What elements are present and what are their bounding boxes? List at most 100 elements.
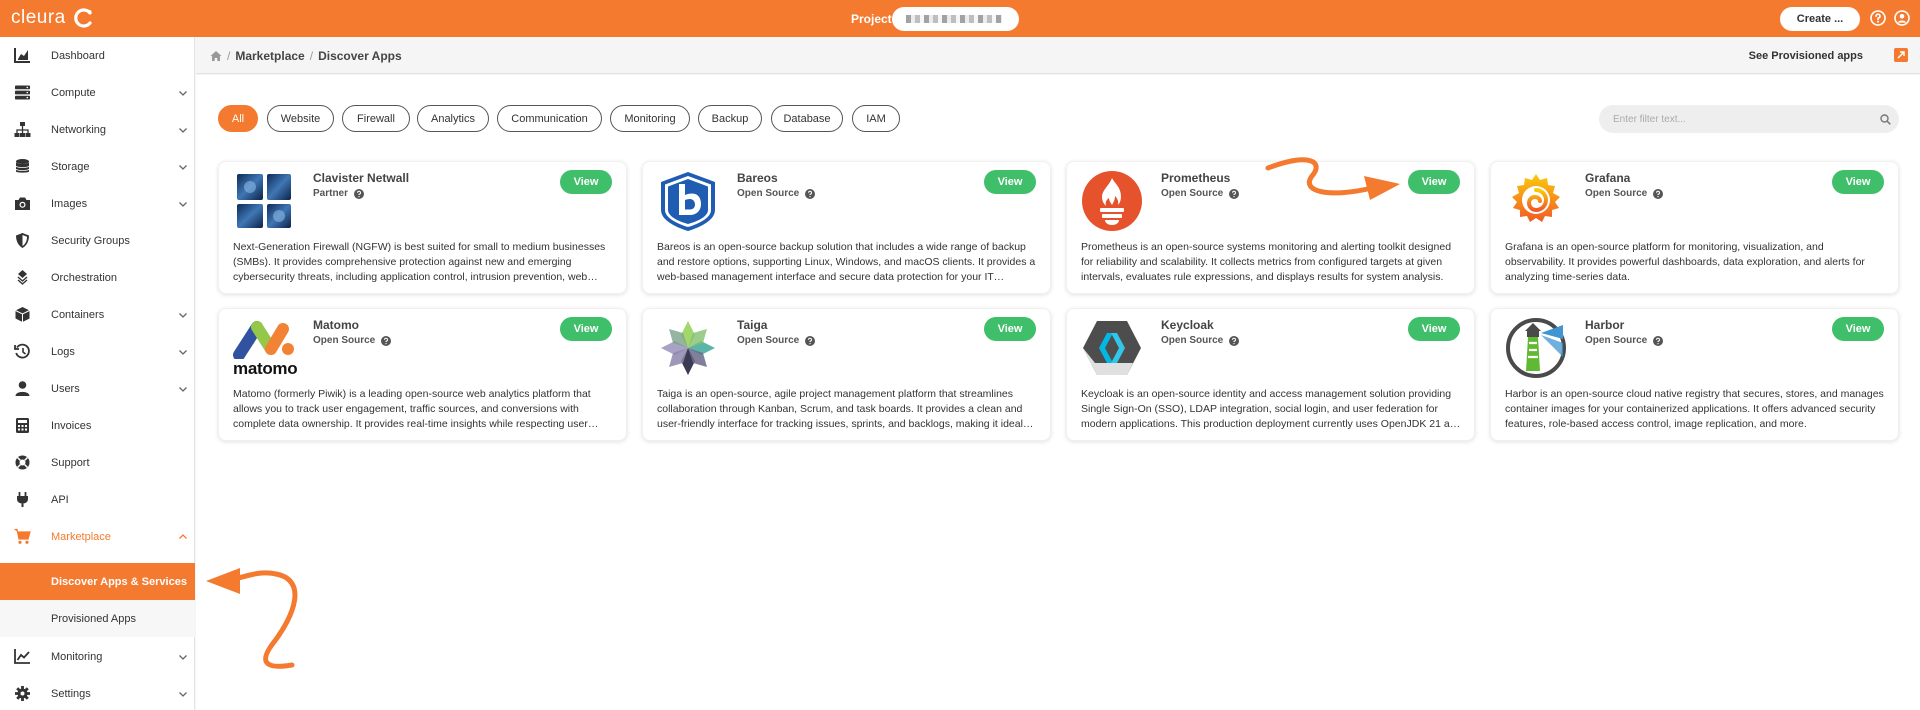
app-type: Open Source: [737, 335, 816, 346]
filter-chip-iam[interactable]: IAM: [852, 105, 900, 132]
sidebar-item-label: Orchestration: [51, 271, 118, 284]
view-button[interactable]: View: [1408, 317, 1460, 341]
app-type: Open Source: [1161, 188, 1240, 199]
home-icon[interactable]: [210, 50, 222, 62]
help-icon[interactable]: [1870, 10, 1886, 26]
app-description: Prometheus is an open-source systems mon…: [1081, 241, 1452, 283]
app-type-label: Open Source: [1161, 335, 1224, 346]
project-select[interactable]: [892, 7, 1019, 31]
cleura-logo-icon: [73, 8, 92, 28]
sidebar-item-invoices[interactable]: Invoices: [0, 407, 195, 444]
app-type-label: Open Source: [1585, 335, 1648, 346]
breadcrumb-bar: / Marketplace / Discover Apps See Provis…: [196, 37, 1920, 74]
sidebar-item-containers[interactable]: Containers: [0, 296, 195, 333]
view-button[interactable]: View: [984, 317, 1036, 341]
sidebar-item-storage[interactable]: Storage: [0, 148, 195, 185]
database-icon: [15, 159, 30, 173]
breadcrumb-marketplace[interactable]: Marketplace: [235, 49, 304, 63]
view-button[interactable]: View: [560, 170, 612, 194]
sidebar-item-networking[interactable]: Networking: [0, 111, 195, 148]
view-button[interactable]: View: [560, 317, 612, 341]
external-link-icon[interactable]: [1894, 48, 1908, 62]
filter-chip-monitoring[interactable]: Monitoring: [610, 105, 690, 132]
cart-icon: [14, 528, 31, 544]
top-bar: cleura Project Create ...: [0, 0, 1920, 37]
sidebar-item-label: Images: [51, 197, 88, 210]
filter-chip-all[interactable]: All: [218, 105, 258, 132]
sidebar-item-monitoring[interactable]: Monitoring: [0, 638, 195, 675]
sidebar-item-compute[interactable]: Compute: [0, 74, 195, 111]
layers-icon: [17, 270, 28, 285]
breadcrumb-separator: /: [227, 49, 231, 63]
create-button[interactable]: Create ...: [1780, 7, 1860, 31]
question-circle-icon[interactable]: [1229, 335, 1240, 346]
filter-chip-analytics[interactable]: Analytics: [417, 105, 489, 132]
cleura-logo[interactable]: cleura: [11, 6, 94, 30]
lifebuoy-icon: [15, 455, 30, 470]
app-type: Partner: [313, 188, 365, 199]
sidebar-item-orchestration[interactable]: Orchestration: [0, 259, 195, 296]
app-type: Open Source: [1585, 188, 1664, 199]
account-icon[interactable]: [1894, 10, 1910, 26]
sidebar-item-api[interactable]: API: [0, 481, 195, 518]
app-type-label: Open Source: [737, 335, 800, 346]
cube-icon: [15, 307, 30, 322]
view-button[interactable]: View: [1832, 170, 1884, 194]
sidebar-item-images[interactable]: Images: [0, 185, 195, 222]
app-description: Bareos is an open-source backup solution…: [657, 241, 1036, 283]
sidebar-item-label: Storage: [51, 160, 90, 173]
chevron-down-icon: [179, 164, 187, 170]
filter-chip-website[interactable]: Website: [267, 105, 334, 132]
sidebar-item-label: Settings: [51, 687, 91, 700]
app-description: Harbor is an open-source cloud native re…: [1505, 388, 1884, 430]
question-circle-icon[interactable]: [1653, 188, 1664, 199]
sidebar-subitem-provisioned-apps[interactable]: Provisioned Apps: [0, 600, 195, 637]
question-circle-icon[interactable]: [1229, 188, 1240, 199]
app-card-matomo: matomo Matomo Open Source View Matomo (f…: [218, 308, 627, 441]
chevron-down-icon: [179, 127, 187, 133]
sidebar-item-dashboard[interactable]: Dashboard: [0, 37, 195, 74]
filter-chip-communication[interactable]: Communication: [497, 105, 602, 132]
question-circle-icon[interactable]: [381, 335, 392, 346]
app-card-grafana: Grafana Open Source View Grafana is an o…: [1490, 161, 1899, 294]
sidebar-item-label: API: [51, 493, 69, 506]
app-title: Matomo: [313, 318, 359, 332]
search-icon[interactable]: [1880, 114, 1891, 125]
keycloak-logo: [1083, 321, 1141, 375]
sidebar-subitem-discover-apps[interactable]: Discover Apps & Services: [0, 563, 195, 600]
view-button[interactable]: View: [1408, 170, 1460, 194]
sidebar-item-logs[interactable]: Logs: [0, 333, 195, 370]
breadcrumb-discover-apps: Discover Apps: [318, 49, 402, 63]
question-circle-icon[interactable]: [805, 335, 816, 346]
filter-chip-database[interactable]: Database: [771, 105, 843, 132]
harbor-logo: [1506, 318, 1566, 378]
sidebar-item-marketplace[interactable]: Marketplace: [0, 518, 195, 555]
app-type-label: Open Source: [313, 335, 376, 346]
calculator-icon: [16, 418, 29, 433]
question-circle-icon[interactable]: [1653, 335, 1664, 346]
sidebar-item-security-groups[interactable]: Security Groups: [0, 222, 195, 259]
sidebar-item-settings[interactable]: Settings: [0, 675, 195, 710]
sidebar: Dashboard Compute Networking Storage Ima…: [0, 37, 195, 710]
view-button[interactable]: View: [1832, 317, 1884, 341]
chevron-down-icon: [179, 312, 187, 318]
filter-input[interactable]: [1599, 105, 1899, 133]
filter-chip-backup[interactable]: Backup: [698, 105, 762, 132]
question-circle-icon[interactable]: [805, 188, 816, 199]
app-type: Open Source: [737, 188, 816, 199]
taiga-logo: [661, 321, 715, 375]
app-description: Next-Generation Firewall (NGFW) is best …: [233, 241, 606, 283]
question-circle-icon[interactable]: [354, 188, 365, 199]
app-title: Bareos: [737, 171, 778, 185]
app-card-keycloak: Keycloak Open Source View Keycloak is an…: [1066, 308, 1475, 441]
sidebar-item-support[interactable]: Support: [0, 444, 195, 481]
app-card-clavister: Clavister Netwall Partner View Next-Gene…: [218, 161, 627, 294]
sidebar-item-users[interactable]: Users: [0, 370, 195, 407]
matomo-wordmark: matomo: [233, 359, 298, 378]
app-description: Keycloak is an open-source identity and …: [1081, 388, 1462, 430]
main-content: All Website Firewall Analytics Communica…: [196, 75, 1920, 710]
network-icon: [14, 122, 31, 137]
view-button[interactable]: View: [984, 170, 1036, 194]
filter-chip-firewall[interactable]: Firewall: [342, 105, 410, 132]
see-provisioned-apps-link[interactable]: See Provisioned apps: [1749, 50, 1863, 62]
